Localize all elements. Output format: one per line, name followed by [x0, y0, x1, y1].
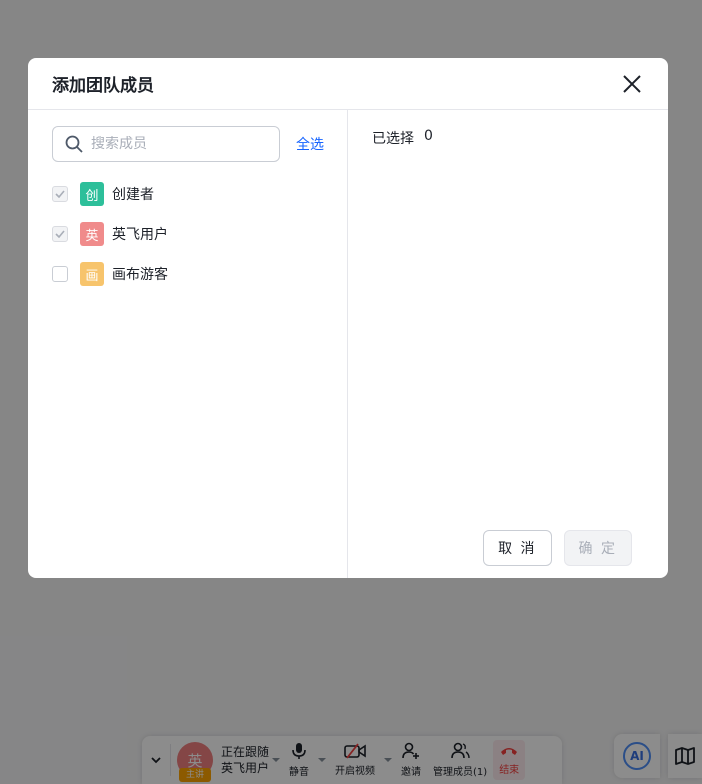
member-item[interactable]: 英 英飞用户	[52, 214, 347, 254]
member-avatar: 英	[80, 222, 104, 246]
member-item[interactable]: 画 画布游客	[52, 254, 347, 294]
member-avatar: 创	[80, 182, 104, 206]
member-name: 英飞用户	[112, 227, 168, 243]
member-checkbox[interactable]	[52, 186, 68, 202]
search-input[interactable]	[91, 136, 261, 152]
member-picker-pane: 全选 创 创建者	[28, 110, 348, 578]
search-row: 全选	[52, 126, 347, 162]
member-checkbox[interactable]	[52, 226, 68, 242]
dialog-title: 添加团队成员	[52, 76, 154, 96]
selected-label: 已选择	[372, 131, 414, 147]
member-checkbox[interactable]	[52, 266, 68, 282]
selected-members-pane: 已选择 0 取 消 确 定	[348, 110, 668, 578]
confirm-button[interactable]: 确 定	[563, 530, 632, 566]
search-icon	[65, 135, 83, 153]
close-button[interactable]	[620, 72, 644, 96]
member-name: 画布游客	[112, 267, 168, 283]
member-name: 创建者	[112, 187, 154, 203]
dialog-header: 添加团队成员	[28, 58, 668, 110]
add-team-member-dialog: 添加团队成员 全选	[28, 58, 668, 578]
check-icon	[55, 230, 65, 238]
member-list: 创 创建者 英 英飞用户 画 画布游客	[52, 174, 347, 294]
search-box[interactable]	[52, 126, 280, 162]
selected-summary: 已选择 0	[372, 128, 668, 148]
member-item[interactable]: 创 创建者	[52, 174, 347, 214]
selected-count: 0	[424, 128, 433, 144]
dialog-body: 全选 创 创建者	[28, 110, 668, 578]
select-all-link[interactable]: 全选	[296, 134, 324, 154]
cancel-button[interactable]: 取 消	[483, 530, 552, 566]
close-icon	[623, 75, 641, 93]
dialog-footer: 取 消 确 定	[483, 530, 632, 566]
member-avatar: 画	[80, 262, 104, 286]
check-icon	[55, 190, 65, 198]
